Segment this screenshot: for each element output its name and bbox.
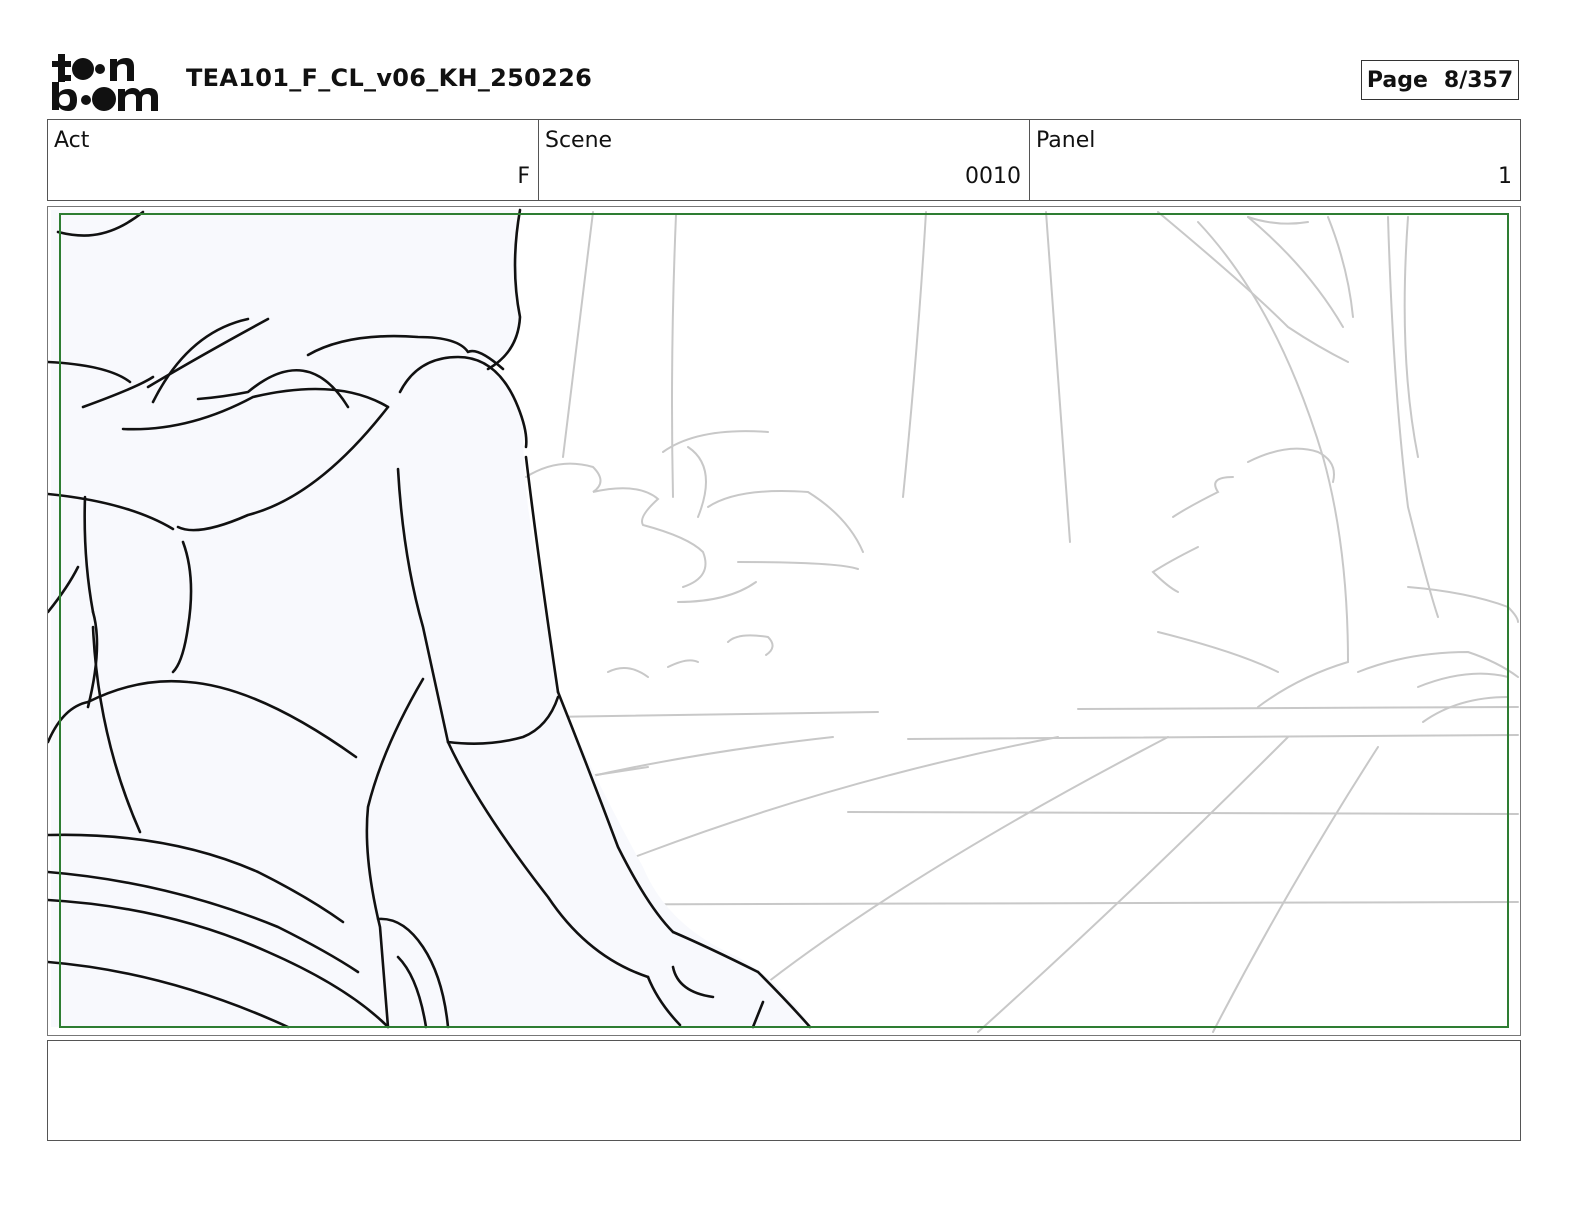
scene-value: 0010 [965, 164, 1021, 189]
act-cell: Act F [48, 120, 539, 200]
act-label: Act [54, 128, 90, 153]
panel-info-row: Act F Scene 0010 Panel 1 [47, 119, 1521, 201]
page-label: Page [1366, 67, 1428, 93]
panel-sketch [48, 208, 1519, 1033]
scene-label: Scene [545, 128, 613, 153]
caption-box[interactable] [47, 1040, 1521, 1141]
page-indicator: Page 8/357 [1361, 60, 1519, 100]
storyboard-panel [47, 206, 1521, 1036]
act-value: F [517, 164, 530, 189]
toon-boom-logo [50, 50, 166, 114]
document-title: TEA101_F_CL_v06_KH_250226 [186, 64, 593, 92]
page-number: 8/357 [1443, 67, 1514, 93]
panel-value: 1 [1498, 164, 1512, 189]
scene-cell: Scene 0010 [539, 120, 1030, 200]
panel-label: Panel [1036, 128, 1096, 153]
panel-cell: Panel 1 [1030, 120, 1520, 200]
